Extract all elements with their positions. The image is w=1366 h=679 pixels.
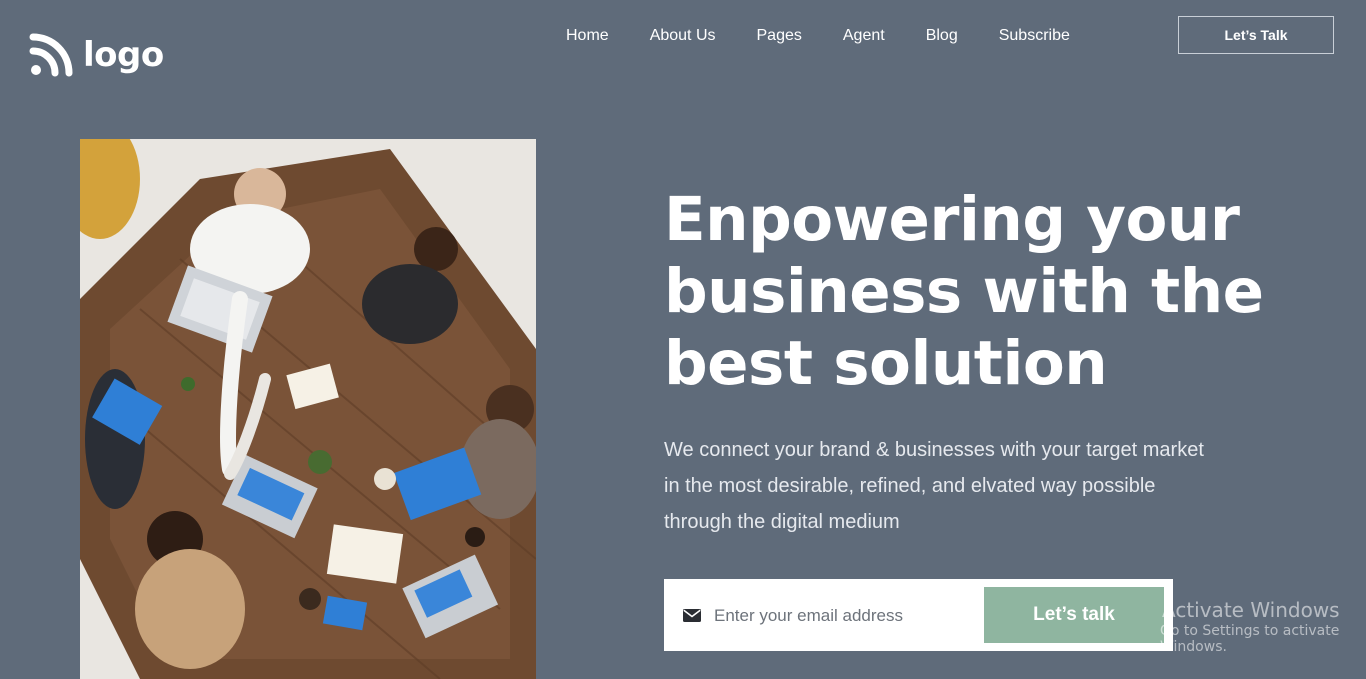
email-input[interactable] — [712, 597, 976, 635]
email-signup-form: Let’s talk — [664, 579, 1173, 651]
team-meeting-illustration — [80, 139, 536, 679]
logo[interactable]: logo — [29, 33, 164, 77]
main-nav: Home About Us Pages Agent Blog Subscribe — [566, 25, 1111, 47]
windows-activation-subtitle: Go to Settings to activate Windows. — [1160, 623, 1340, 655]
lets-talk-header-button[interactable]: Let’s Talk — [1178, 16, 1334, 54]
hero-subtext: We connect your brand & businesses with … — [664, 439, 1204, 533]
nav-item-blog[interactable]: Blog — [926, 25, 958, 47]
envelope-icon — [683, 609, 701, 622]
rss-logo-icon — [29, 33, 73, 77]
nav-item-pages[interactable]: Pages — [757, 25, 802, 47]
nav-item-about-us[interactable]: About Us — [650, 25, 716, 47]
logo-text: logo — [83, 35, 164, 75]
team-meeting-photo — [80, 139, 536, 679]
nav-item-agent[interactable]: Agent — [843, 25, 885, 47]
hero-headline: Enpowering your business with the best s… — [664, 184, 1264, 399]
lets-talk-submit-button[interactable]: Let’s talk — [984, 587, 1164, 643]
windows-activation-title: Activate Windows — [1162, 598, 1340, 622]
nav-item-home[interactable]: Home — [566, 25, 609, 47]
nav-item-subscribe[interactable]: Subscribe — [999, 25, 1070, 47]
